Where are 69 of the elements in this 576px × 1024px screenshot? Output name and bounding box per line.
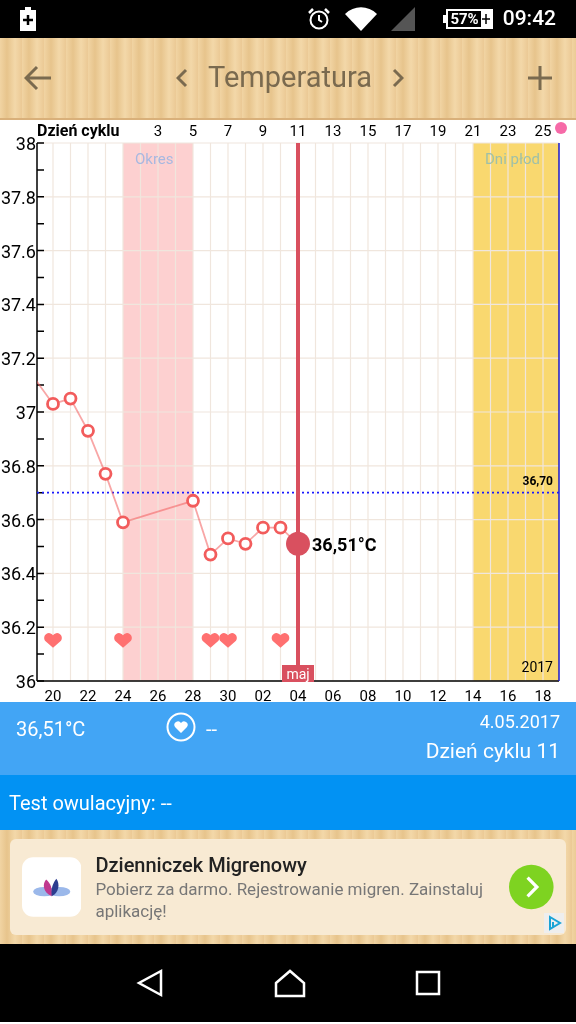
axis-label: 36.8 — [0, 455, 36, 477]
battery-charging-icon — [20, 7, 36, 31]
axis-label: 19 — [429, 122, 447, 140]
axis-label: 36.4 — [0, 563, 36, 585]
axis-label: 37 — [15, 402, 36, 423]
axis-label: 13 — [324, 122, 342, 140]
axis-label: 37.2 — [0, 348, 36, 370]
axis-label: 36.2 — [0, 617, 36, 639]
cycle-day-text: Dzień cyklu 11 — [425, 738, 560, 765]
app-logo-icon — [22, 855, 82, 919]
axis-label: 20 — [44, 687, 62, 702]
ad-card[interactable]: Dzienniczek Migrenowy Pobierz za darmo. Rejestrowanie migren. Zainstaluj aplikację! — [10, 839, 566, 935]
chevron-left-icon[interactable] — [176, 68, 189, 88]
add-icon[interactable] — [528, 66, 552, 90]
axis-label: 10 — [394, 687, 412, 702]
alarm-icon — [307, 7, 332, 31]
chevron-right-icon[interactable] — [391, 68, 404, 88]
adchoices-icon[interactable] — [544, 913, 564, 933]
axis-label: 21 — [464, 122, 482, 140]
axis-title: Dzień cyklu — [37, 121, 120, 140]
intercourse-value: -- — [206, 716, 218, 743]
axis-label: 22 — [79, 687, 97, 702]
ad-title: Dzienniczek Migrenowy — [95, 852, 308, 878]
ad-description: Pobierz za darmo. Rejestrowanie migren. Zainstaluj aplikację! — [95, 878, 484, 922]
signal-icon — [391, 7, 416, 31]
year-label: 2017 — [521, 659, 553, 675]
recent-apps-icon[interactable] — [415, 970, 442, 996]
axis-label: 16 — [499, 687, 517, 702]
date-text: 4.05.2017 — [479, 710, 560, 734]
axis-label: 23 — [499, 122, 517, 140]
axis-label: 28 — [184, 687, 202, 702]
axis-label: 18 — [534, 687, 552, 702]
axis-label: 7 — [223, 122, 233, 140]
ovulation-test-text: Test owulacyjny: -- — [9, 789, 172, 817]
selected-value-label: 36,51°C — [312, 533, 377, 555]
axis-label: 37.8 — [0, 186, 36, 208]
wifi-icon — [345, 7, 378, 31]
axis-label: 37.4 — [0, 294, 36, 316]
battery-level: 57% — [449, 11, 480, 27]
axis-label: 24 — [114, 687, 132, 702]
axis-label: 12 — [429, 687, 447, 702]
axis-label: 04 — [289, 687, 307, 702]
axis-label: 9 — [258, 122, 268, 140]
clock: 09:42 — [502, 5, 556, 33]
back-arrow-icon[interactable] — [24, 65, 52, 91]
axis-label: 25 — [534, 122, 552, 140]
axis-label: 14 — [464, 687, 482, 702]
axis-label: 11 — [289, 122, 307, 140]
home-icon[interactable] — [274, 968, 306, 998]
axis-label: 15 — [359, 122, 377, 140]
axis-label: 37.6 — [0, 240, 36, 262]
axis-label: 36 — [15, 671, 36, 692]
axis-label: 17 — [394, 122, 412, 140]
axis-label: 5 — [188, 122, 198, 140]
axis-label: 30 — [219, 687, 237, 702]
axis-label: 26 — [149, 687, 167, 702]
threshold-label: 36,70 — [522, 473, 553, 488]
axis-label: 38 — [15, 133, 36, 154]
screen-title: Temperatura — [208, 59, 372, 97]
band-label: Okres — [135, 150, 174, 168]
axis-label: 36.6 — [0, 509, 36, 531]
axis-label: 3 — [153, 122, 163, 140]
month-badge: maj — [282, 665, 314, 682]
axis-label: 02 — [254, 687, 272, 702]
scroll-marker-icon — [555, 122, 567, 134]
temperature-value: 36,51°C — [16, 716, 87, 743]
axis-label: 08 — [359, 687, 377, 702]
back-icon[interactable] — [134, 968, 165, 998]
axis-label: 06 — [324, 687, 342, 702]
